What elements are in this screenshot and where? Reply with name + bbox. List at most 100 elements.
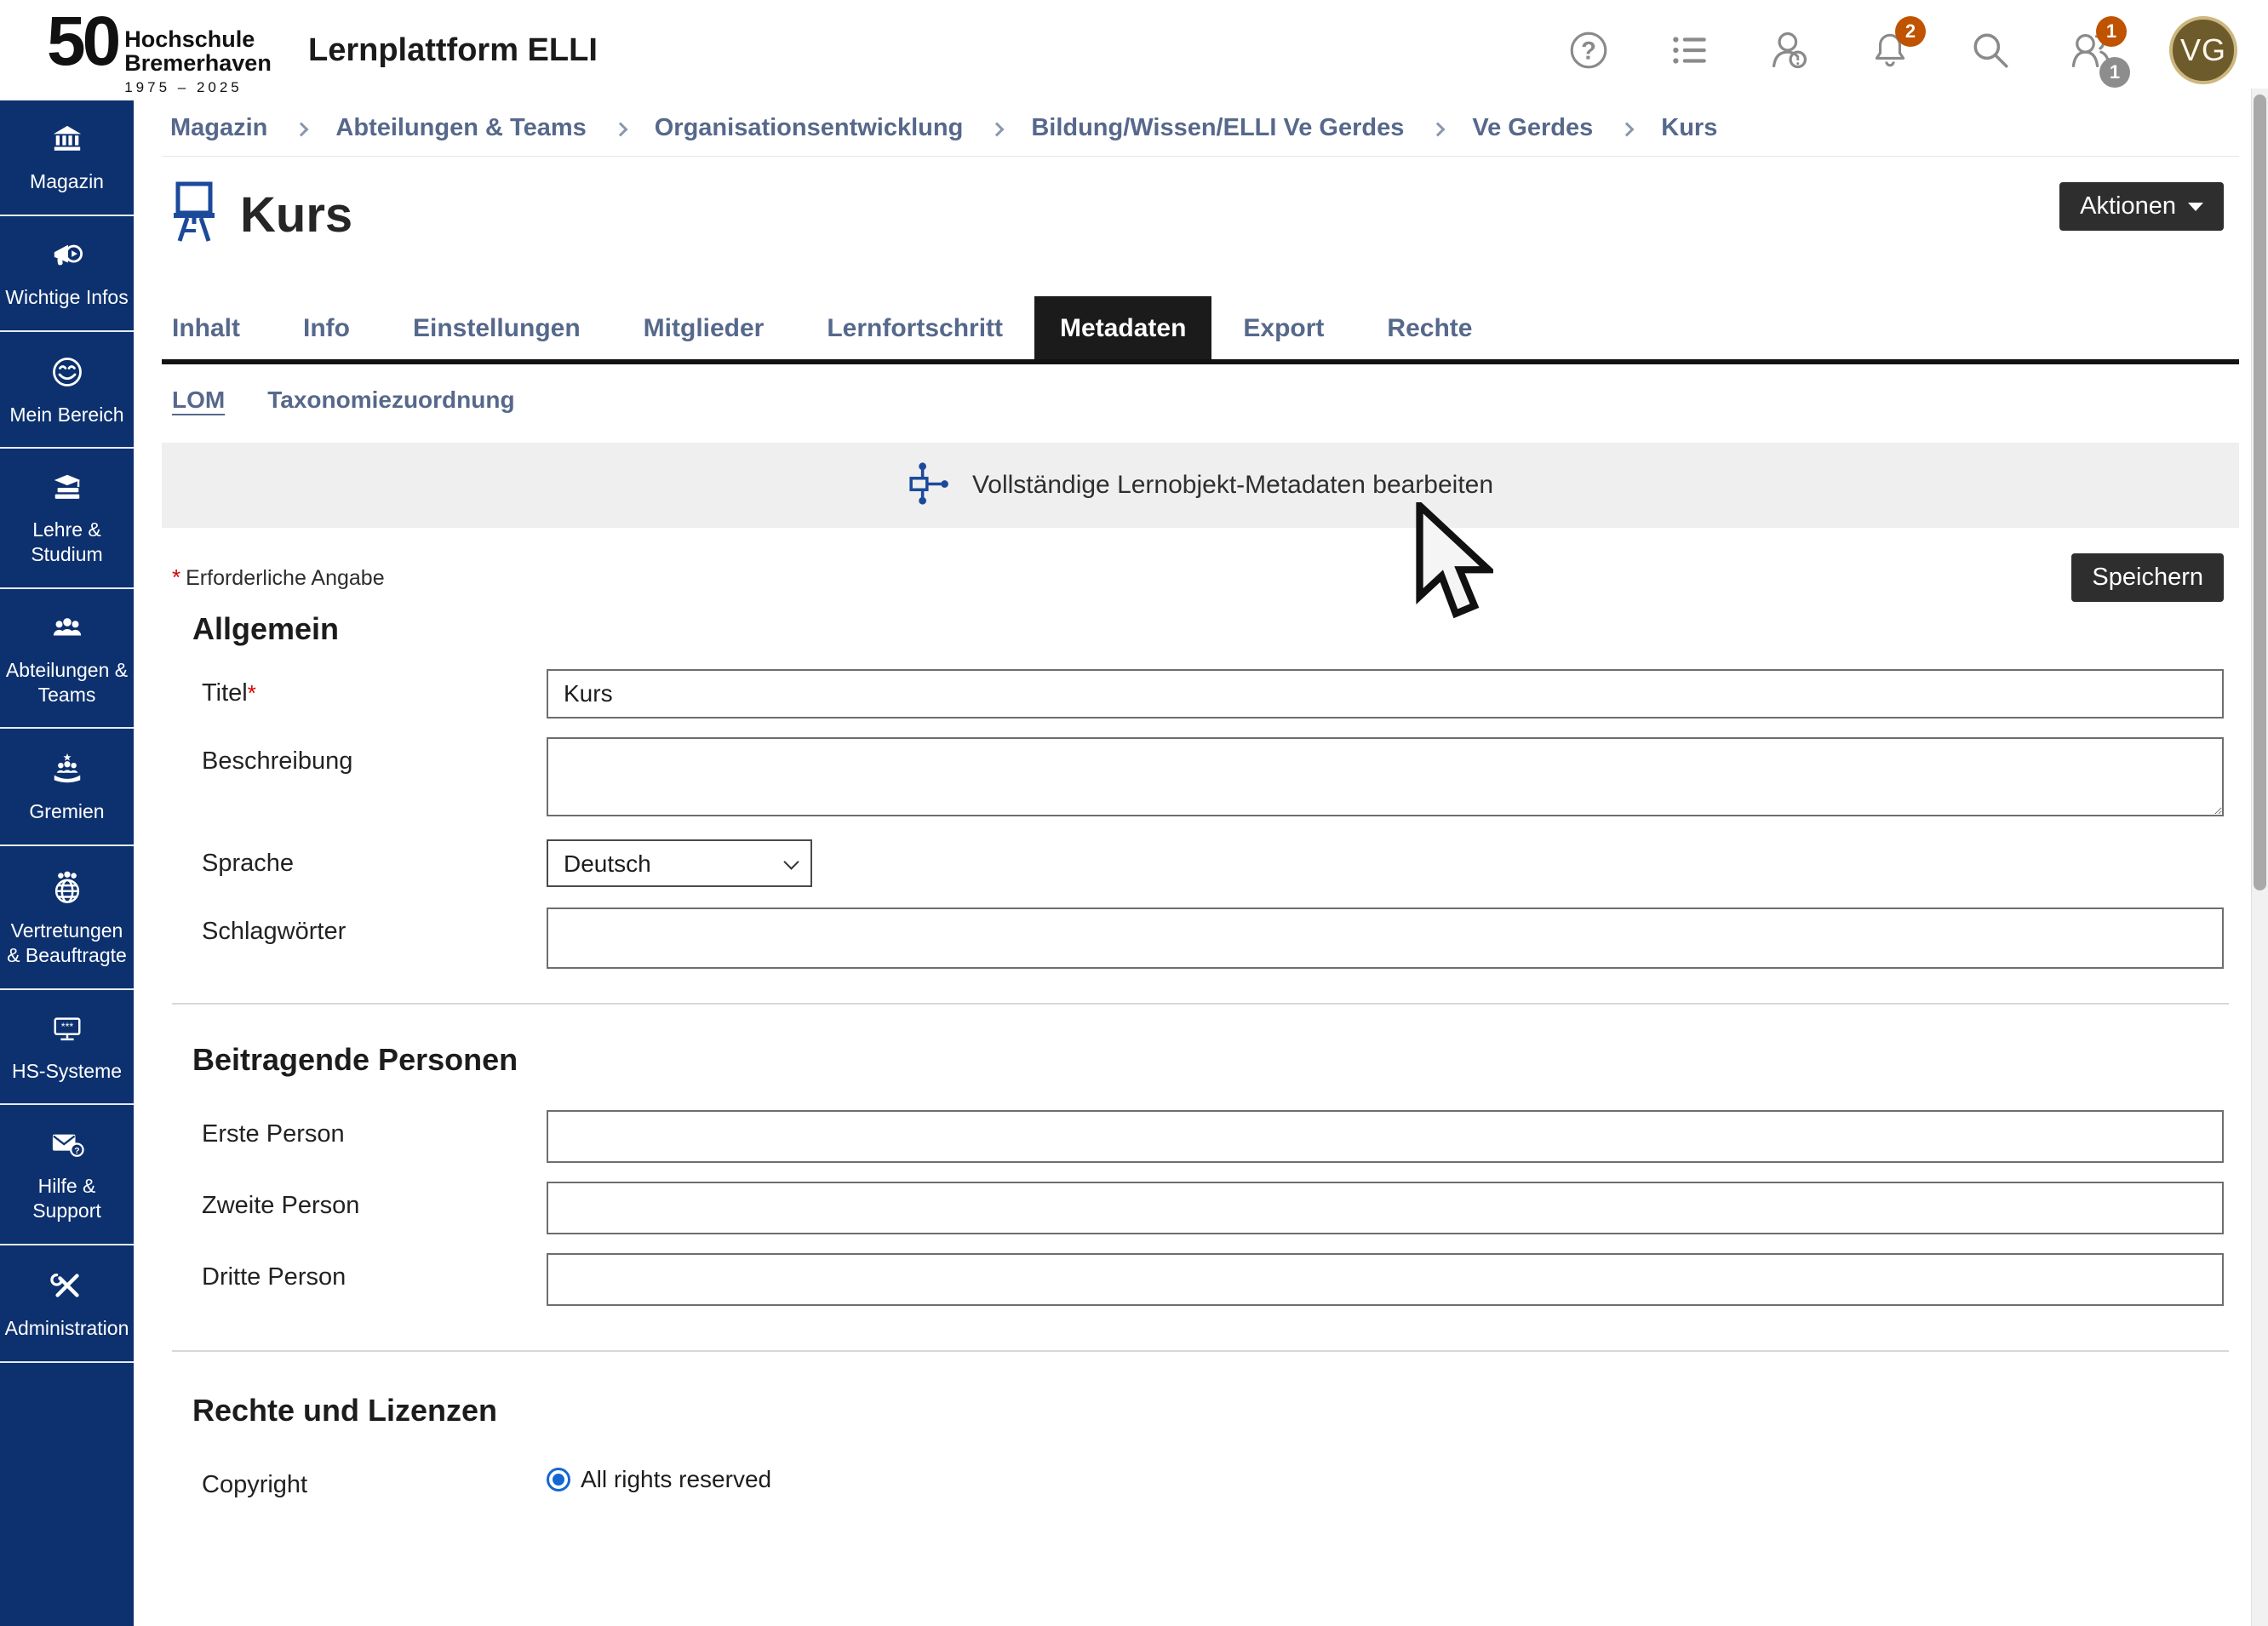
titel-label: Titel* xyxy=(202,669,547,719)
schlagwoerter-label: Schlagwörter xyxy=(202,907,547,969)
help-icon[interactable]: ? xyxy=(1566,28,1611,72)
svg-text:?: ? xyxy=(74,1147,79,1156)
actions-button[interactable]: Aktionen xyxy=(2059,182,2224,231)
bank-icon xyxy=(50,123,84,160)
beschreibung-label: Beschreibung xyxy=(202,737,547,821)
logo-years: 1975 – 2025 xyxy=(124,79,272,96)
dritte-person-label: Dritte Person xyxy=(202,1253,547,1306)
globe-people-icon xyxy=(49,869,85,909)
bell-icon[interactable]: 2 xyxy=(1868,28,1912,72)
sidebar-item-mein-bereich[interactable]: Mein Bereich xyxy=(0,332,134,449)
tab-export[interactable]: Export xyxy=(1211,296,1355,359)
sidebar-spacer xyxy=(0,1363,134,1626)
tab-mitglieder[interactable]: Mitglieder xyxy=(612,296,796,359)
edit-full-metadata-banner[interactable]: Vollständige Lernobjekt-Metadaten bearbe… xyxy=(162,443,2239,528)
sidebar-item-wichtige-infos[interactable]: Wichtige Infos xyxy=(0,216,134,332)
contacts-badge-secondary: 1 xyxy=(2099,57,2130,88)
tab-metadaten[interactable]: Metadaten xyxy=(1034,296,1211,359)
sidebar-item-label: HS-Systeme xyxy=(12,1059,122,1084)
section-heading-beitragende: Beitragende Personen xyxy=(162,1042,2239,1079)
section-heading-allgemein: Allgemein xyxy=(162,611,2239,649)
required-note: *Erforderliche Angabe xyxy=(172,564,385,591)
breadcrumb-link[interactable]: Magazin xyxy=(170,114,267,142)
sidebar-item-label: Gremien xyxy=(29,799,104,824)
sidebar-item-label: Magazin xyxy=(30,169,104,194)
breadcrumb-link[interactable]: Organisationsentwicklung xyxy=(655,114,964,142)
monitor-password-icon: *** xyxy=(49,1013,85,1050)
chevron-right-icon xyxy=(1620,122,1635,136)
page-title: Kurs xyxy=(240,186,352,243)
sidebar-item-hs-systeme[interactable]: *** HS-Systeme xyxy=(0,990,134,1106)
app-title: Lernplattform ELLI xyxy=(308,32,598,69)
metadata-hub-icon xyxy=(908,460,955,512)
books-graduation-icon xyxy=(49,472,85,508)
main-content: Magazin Abteilungen & Teams Organisation… xyxy=(134,100,2251,1626)
zweite-person-label: Zweite Person xyxy=(202,1182,547,1234)
dritte-person-input[interactable] xyxy=(547,1253,2224,1306)
tab-info[interactable]: Info xyxy=(272,296,381,359)
sidebar-item-label: Vertretungen & Beauftragte xyxy=(5,919,129,968)
tab-bar: Inhalt Info Einstellungen Mitglieder Ler… xyxy=(162,296,2239,364)
copyright-label: Copyright xyxy=(202,1461,547,1499)
sidebar-item-lehre-studium[interactable]: Lehre & Studium xyxy=(0,449,134,589)
sidebar-item-label: Wichtige Infos xyxy=(5,285,128,310)
zweite-person-input[interactable] xyxy=(547,1182,2224,1234)
hand-people-icon xyxy=(49,752,85,790)
chevron-right-icon xyxy=(295,122,309,136)
copyright-radio-label: All rights reserved xyxy=(581,1466,771,1493)
subtab-taxonomiezuordnung[interactable]: Taxonomiezuordnung xyxy=(267,386,514,414)
sidebar-item-vertretungen[interactable]: Vertretungen & Beauftragte xyxy=(0,846,134,990)
chevron-right-icon xyxy=(1431,122,1446,136)
avatar[interactable]: VG xyxy=(2169,16,2237,84)
sidebar-item-label: Abteilungen & Teams xyxy=(5,658,129,707)
tab-inhalt[interactable]: Inhalt xyxy=(170,296,272,359)
contacts-icon[interactable]: 1 1 xyxy=(2069,28,2113,72)
breadcrumb-link[interactable]: Kurs xyxy=(1661,114,1717,142)
beschreibung-textarea[interactable] xyxy=(547,737,2224,816)
tab-einstellungen[interactable]: Einstellungen xyxy=(381,296,612,359)
sidebar-item-magazin[interactable]: Magazin xyxy=(0,100,134,216)
section-divider xyxy=(172,1003,2229,1005)
language-select[interactable]: Deutsch xyxy=(547,839,812,887)
sprache-label: Sprache xyxy=(202,839,547,887)
subtab-lom[interactable]: LOM xyxy=(172,386,225,414)
list-icon[interactable] xyxy=(1667,28,1711,72)
schlagwoerter-input[interactable] xyxy=(547,907,2224,969)
envelope-question-icon: ? xyxy=(49,1128,86,1165)
chevron-right-icon xyxy=(613,122,627,136)
sidebar-item-administration[interactable]: Administration xyxy=(0,1245,134,1363)
copyright-radio[interactable] xyxy=(547,1468,570,1491)
logo-50: 50 xyxy=(47,9,117,75)
svg-text:?: ? xyxy=(1581,37,1596,65)
breadcrumb-link[interactable]: Ve Gerdes xyxy=(1472,114,1593,142)
scrollbar-thumb[interactable] xyxy=(2254,94,2266,890)
breadcrumb-link[interactable]: Bildung/Wissen/ELLI Ve Gerdes xyxy=(1031,114,1404,142)
sidebar-item-hilfe-support[interactable]: ? Hilfe & Support xyxy=(0,1105,134,1245)
logo-line2: Bremerhaven xyxy=(124,51,272,75)
svg-text:***: *** xyxy=(60,1020,73,1032)
erste-person-input[interactable] xyxy=(547,1110,2224,1163)
scrollbar-track[interactable] xyxy=(2251,89,2268,1626)
main-sidebar: Magazin Wichtige Infos Mein Bereich Lehr… xyxy=(0,100,134,1626)
app-header: 50 Hochschule Bremerhaven 1975 – 2025 Le… xyxy=(0,0,2268,100)
sidebar-item-label: Lehre & Studium xyxy=(5,518,129,567)
breadcrumb-link[interactable]: Abteilungen & Teams xyxy=(335,114,586,142)
banner-label: Vollständige Lernobjekt-Metadaten bearbe… xyxy=(972,471,1493,500)
course-easel-icon xyxy=(170,180,218,250)
contacts-badge: 1 xyxy=(2096,16,2127,47)
sidebar-item-abteilungen-teams[interactable]: Abteilungen & Teams xyxy=(0,589,134,730)
smiley-icon xyxy=(50,355,84,393)
subtab-bar: LOM Taxonomiezuordnung xyxy=(162,383,2239,417)
erste-person-label: Erste Person xyxy=(202,1110,547,1163)
breadcrumb: Magazin Abteilungen & Teams Organisation… xyxy=(162,100,2239,157)
section-divider xyxy=(172,1350,2229,1352)
save-button[interactable]: Speichern xyxy=(2071,553,2224,602)
notifications-badge: 2 xyxy=(1895,16,1926,47)
section-heading-rechte: Rechte und Lizenzen xyxy=(162,1393,2239,1430)
titel-input[interactable] xyxy=(547,669,2224,719)
user-alert-icon[interactable] xyxy=(1767,28,1812,72)
tab-lernfortschritt[interactable]: Lernfortschritt xyxy=(795,296,1034,359)
tab-rechte[interactable]: Rechte xyxy=(1355,296,1503,359)
search-icon[interactable] xyxy=(1968,28,2013,72)
sidebar-item-gremien[interactable]: Gremien xyxy=(0,729,134,846)
